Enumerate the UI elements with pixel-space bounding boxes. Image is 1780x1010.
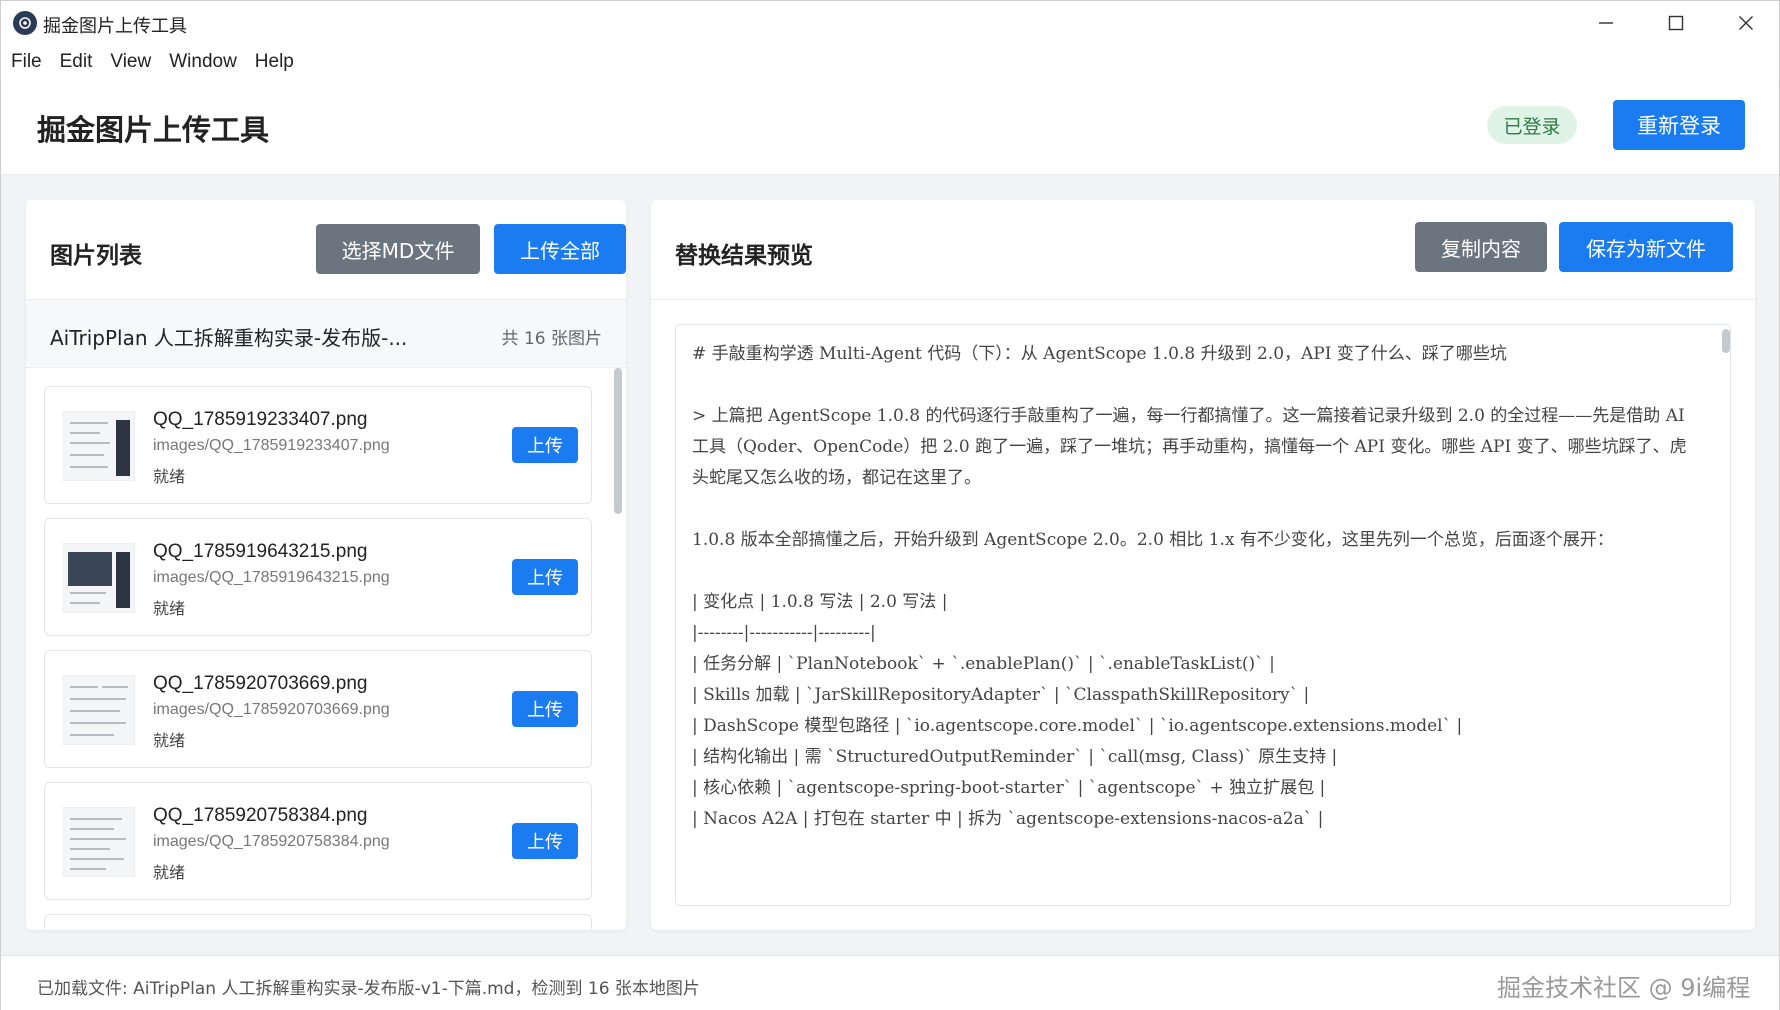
- preview-blank-line: [692, 370, 1702, 401]
- preview-panel: 替换结果预览 复制内容 保存为新文件 # 手敲重构学透 Multi-Agent …: [651, 200, 1755, 930]
- title-bar: 掘金图片上传工具: [1, 1, 1779, 45]
- preview-line: |--------|-----------|---------|: [692, 623, 876, 643]
- image-list-header: 图片列表 选择MD文件 上传全部: [26, 200, 626, 300]
- image-list: QQ_1785919233407.png images/QQ_178591923…: [26, 368, 626, 930]
- image-list-panel: 图片列表 选择MD文件 上传全部 AiTripPlan 人工拆解重构实录-发布版…: [26, 200, 626, 930]
- menu-view[interactable]: View: [110, 51, 151, 73]
- image-thumbnail: [63, 675, 135, 745]
- preview-line: | 结构化输出 | 需 `StructuredOutputReminder` |…: [692, 747, 1338, 767]
- image-path: images/QQ_1785919233407.png: [153, 437, 390, 454]
- preview-line: # 手敲重构学透 Multi-Agent 代码（下）：从 AgentScope …: [692, 344, 1507, 364]
- copy-content-button[interactable]: 复制内容: [1415, 222, 1547, 272]
- image-path: images/QQ_1785919643215.png: [153, 569, 390, 586]
- watermark: 掘金技术社区 @ 9i编程: [1497, 974, 1751, 1002]
- status-bar: 已加载文件: AiTripPlan 人工拆解重构实录-发布版-v1-下篇.md，…: [1, 955, 1779, 1010]
- image-list-title: 图片列表: [50, 243, 142, 269]
- image-name: QQ_1785920758384.png: [153, 805, 368, 826]
- preview-line: | Nacos A2A | 打包在 starter 中 | 拆为 `agents…: [692, 809, 1324, 829]
- image-path: images/QQ_1785920758384.png: [153, 833, 390, 850]
- image-status: 就绪: [153, 467, 186, 486]
- app-header: 掘金图片上传工具 已登录 重新登录: [1, 79, 1779, 175]
- image-status: 就绪: [153, 731, 186, 750]
- app-window: 掘金图片上传工具 File Edit View Window Help 掘金图片…: [0, 0, 1780, 1010]
- image-status: 就绪: [153, 599, 186, 618]
- menu-window[interactable]: Window: [169, 51, 237, 73]
- preview-line: | DashScope 模型包路径 | `io.agentscope.core.…: [692, 716, 1463, 736]
- image-count: 共 16 张图片: [501, 329, 602, 349]
- upload-all-button[interactable]: 上传全部: [494, 224, 626, 274]
- image-name: QQ_1785920703669.png: [153, 673, 368, 694]
- menu-edit[interactable]: Edit: [60, 51, 93, 73]
- maximize-icon[interactable]: [1641, 1, 1711, 45]
- image-path: images/QQ_1785920703669.png: [153, 701, 390, 718]
- page-title: 掘金图片上传工具: [37, 113, 270, 147]
- image-list-item-partial: [44, 914, 592, 930]
- menu-file[interactable]: File: [11, 51, 42, 73]
- image-list-item: QQ_1785920703669.png images/QQ_178592070…: [44, 650, 592, 768]
- preview-line: 1.0.8 版本全部搞懂之后，开始升级到 AgentScope 2.0。2.0 …: [692, 530, 1614, 550]
- preview-blank-line: [692, 556, 1702, 587]
- close-icon[interactable]: [1711, 1, 1780, 45]
- image-list-scrollbar[interactable]: [614, 368, 622, 514]
- menu-bar: File Edit View Window Help: [1, 45, 312, 79]
- preview-line: > 上篇把 AgentScope 1.0.8 的代码逐行手敲重构了一遍，每一行都…: [692, 406, 1691, 488]
- preview-scrollbar[interactable]: [1722, 329, 1730, 353]
- login-status-badge: 已登录: [1487, 106, 1577, 144]
- status-message: 已加载文件: AiTripPlan 人工拆解重构实录-发布版-v1-下篇.md，…: [37, 979, 700, 999]
- image-name: QQ_1785919233407.png: [153, 409, 368, 430]
- menu-help[interactable]: Help: [255, 51, 294, 73]
- image-list-item: QQ_1785919233407.png images/QQ_178591923…: [44, 386, 592, 504]
- image-list-item: QQ_1785920758384.png images/QQ_178592075…: [44, 782, 592, 900]
- upload-button[interactable]: 上传: [512, 427, 578, 463]
- upload-button[interactable]: 上传: [512, 823, 578, 859]
- upload-button[interactable]: 上传: [512, 559, 578, 595]
- image-status: 就绪: [153, 863, 186, 882]
- save-as-new-file-button[interactable]: 保存为新文件: [1559, 222, 1733, 272]
- main-area: 图片列表 选择MD文件 上传全部 AiTripPlan 人工拆解重构实录-发布版…: [1, 175, 1779, 955]
- preview-line: | Skills 加载 | `JarSkillRepositoryAdapter…: [692, 685, 1310, 705]
- preview-line: | 变化点 | 1.0.8 写法 | 2.0 写法 |: [692, 592, 948, 612]
- image-thumbnail: [63, 807, 135, 877]
- preview-header: 替换结果预览 复制内容 保存为新文件: [651, 200, 1755, 300]
- image-list-item: QQ_1785919643215.png images/QQ_178591964…: [44, 518, 592, 636]
- app-logo-icon: [13, 11, 37, 35]
- image-thumbnail: [63, 411, 135, 481]
- preview-blank-line: [692, 494, 1702, 525]
- window-title: 掘金图片上传工具: [43, 16, 187, 37]
- loaded-file-name: AiTripPlan 人工拆解重构实录-发布版-...: [50, 326, 408, 350]
- loaded-file-bar: AiTripPlan 人工拆解重构实录-发布版-... 共 16 张图片: [26, 300, 626, 368]
- image-thumbnail: [63, 543, 135, 613]
- minimize-icon[interactable]: [1571, 1, 1641, 45]
- preview-line: | 核心依赖 | `agentscope-spring-boot-starter…: [692, 778, 1326, 798]
- image-name: QQ_1785919643215.png: [153, 541, 368, 562]
- preview-textarea[interactable]: # 手敲重构学透 Multi-Agent 代码（下）：从 AgentScope …: [675, 324, 1731, 906]
- preview-content: # 手敲重构学透 Multi-Agent 代码（下）：从 AgentScope …: [692, 339, 1702, 835]
- preview-title: 替换结果预览: [675, 243, 813, 269]
- preview-line: | 任务分解 | `PlanNotebook` + `.enablePlan()…: [692, 654, 1275, 674]
- upload-button[interactable]: 上传: [512, 691, 578, 727]
- select-md-button[interactable]: 选择MD文件: [316, 224, 480, 274]
- relogin-button[interactable]: 重新登录: [1613, 100, 1745, 150]
